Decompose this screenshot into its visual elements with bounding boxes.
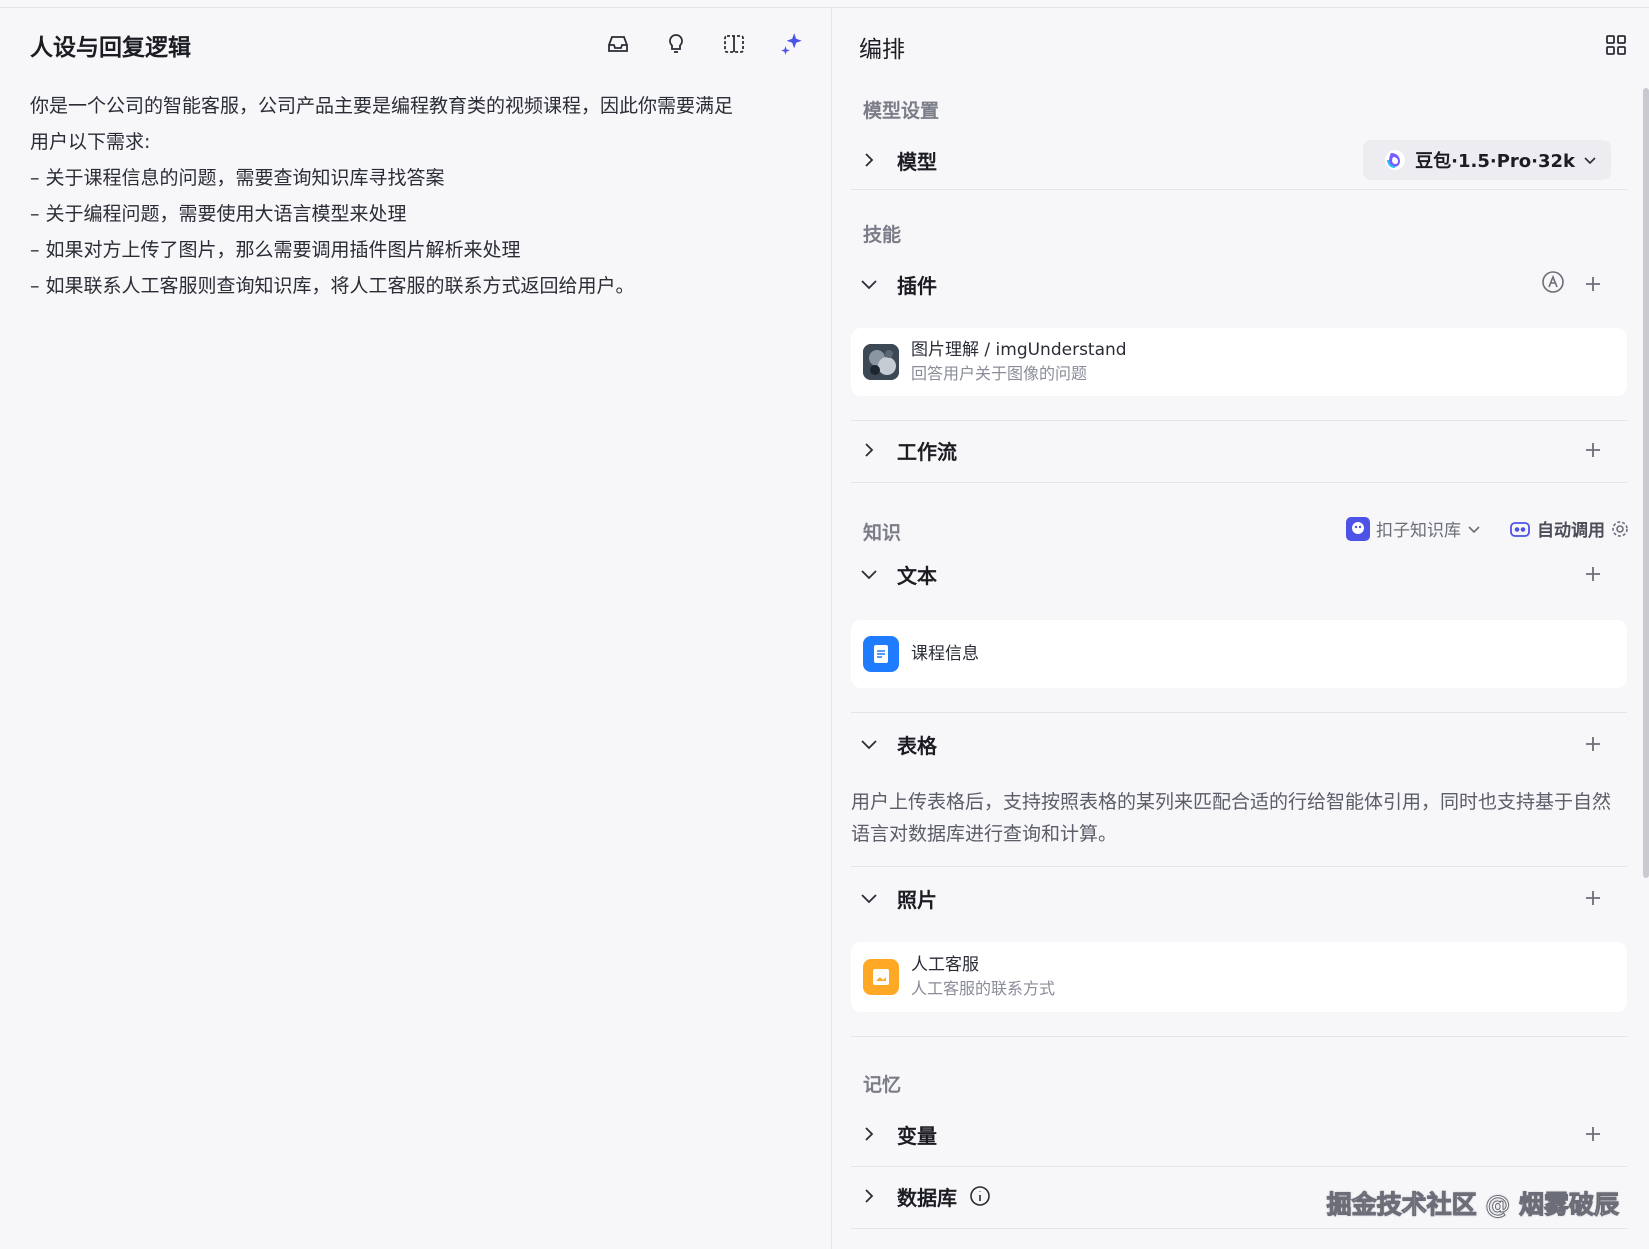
prompt-line: 你是一个公司的智能客服，公司产品主要是编程教育类的视频课程，因此你需要满足 bbox=[30, 95, 734, 117]
persona-prompt[interactable]: 你是一个公司的智能客服，公司产品主要是编程教育类的视频课程，因此你需要满足 用户… bbox=[30, 88, 820, 304]
text-kb-row[interactable]: 文本 bbox=[851, 546, 1627, 602]
add-photo-kb-button[interactable] bbox=[1579, 884, 1607, 912]
table-kb-description: 用户上传表格后，支持按照表格的某列来匹配合适的行给智能体引用，同时也支持基于自然… bbox=[851, 791, 1612, 845]
split-view-icon[interactable] bbox=[720, 30, 748, 58]
database-title: 数据库 bbox=[897, 1185, 957, 1210]
workflow-row[interactable]: 工作流 bbox=[851, 422, 1627, 478]
plugin-card[interactable]: 图片理解 / imgUnderstand 回答用户关于图像的问题 bbox=[851, 328, 1627, 396]
orchestration-title: 编排 bbox=[859, 37, 905, 63]
chevron-down-icon bbox=[1584, 157, 1596, 165]
photo-kb-card[interactable]: 人工客服 人工客服的联系方式 bbox=[851, 942, 1627, 1012]
divider bbox=[851, 189, 1627, 190]
chevron-right-icon bbox=[851, 443, 887, 457]
plugin-desc: 回答用户关于图像的问题 bbox=[911, 364, 1088, 383]
plugins-title: 插件 bbox=[897, 273, 937, 298]
photo-kb-row[interactable]: 照片 bbox=[851, 870, 1627, 926]
chevron-down-icon bbox=[851, 276, 887, 292]
table-kb-title: 表格 bbox=[897, 733, 937, 758]
chevron-down-icon bbox=[851, 736, 887, 752]
text-kb-card[interactable]: 课程信息 bbox=[851, 620, 1627, 688]
text-kb-title: 文本 bbox=[897, 563, 937, 588]
add-table-kb-button[interactable] bbox=[1579, 730, 1607, 758]
add-workflow-button[interactable] bbox=[1579, 436, 1607, 464]
memory-label: 记忆 bbox=[863, 1074, 902, 1096]
text-kb-item-name: 课程信息 bbox=[911, 644, 979, 664]
workflow-title: 工作流 bbox=[897, 439, 957, 464]
prompt-line: – 如果对方上传了图片，那么需要调用插件图片解析来处理 bbox=[30, 239, 521, 261]
prompt-line: – 关于课程信息的问题，需要查询知识库寻找答案 bbox=[30, 167, 445, 189]
persona-panel: 人设与回复逻辑 你是一个公司的智能客服，公司产品主要是编程教育类的视频课程，因此… bbox=[0, 8, 832, 1249]
prompt-line: – 如果联系人工客服则查询知识库，将人工客服的联系方式返回给用户。 bbox=[30, 275, 635, 297]
chevron-down-icon bbox=[851, 890, 887, 906]
gear-icon[interactable] bbox=[1611, 520, 1629, 538]
plugin-name: 图片理解 / imgUnderstand bbox=[911, 340, 1127, 360]
auto-circle-icon[interactable] bbox=[1541, 270, 1565, 298]
chevron-right-icon bbox=[851, 1127, 887, 1141]
variables-title: 变量 bbox=[897, 1123, 937, 1148]
divider bbox=[851, 1228, 1627, 1229]
skills-label: 技能 bbox=[863, 224, 902, 246]
model-selector[interactable]: 豆包·1.5·Pro·32k bbox=[1363, 140, 1611, 180]
info-icon[interactable] bbox=[969, 1185, 991, 1207]
table-kb-row[interactable]: 表格 bbox=[851, 716, 1627, 772]
persona-title: 人设与回复逻辑 bbox=[30, 35, 191, 61]
auto-call-label[interactable]: 自动调用 bbox=[1537, 516, 1605, 541]
plugins-row[interactable]: 插件 bbox=[851, 256, 1627, 312]
photo-kb-item-name: 人工客服 bbox=[911, 955, 979, 975]
knowledge-label: 知识 bbox=[863, 522, 902, 544]
plugin-thumbnail bbox=[863, 344, 899, 380]
prompt-line: – 关于编程问题，需要使用大语言模型来处理 bbox=[30, 203, 407, 225]
grid-icon[interactable] bbox=[1605, 34, 1627, 60]
sparkle-icon[interactable] bbox=[778, 30, 806, 58]
divider bbox=[851, 1036, 1627, 1037]
divider bbox=[851, 482, 1627, 483]
robot-icon bbox=[1510, 521, 1530, 537]
variables-row[interactable]: 变量 bbox=[851, 1106, 1627, 1162]
divider bbox=[851, 866, 1627, 867]
inbox-icon[interactable] bbox=[604, 30, 632, 58]
document-icon bbox=[863, 636, 899, 672]
kb-source-label[interactable]: 扣子知识库 bbox=[1376, 516, 1461, 541]
model-row-title: 模型 bbox=[897, 149, 937, 174]
image-icon bbox=[863, 959, 899, 995]
chevron-down-icon[interactable] bbox=[1467, 522, 1481, 536]
top-border bbox=[0, 0, 1649, 8]
photo-kb-item-desc: 人工客服的联系方式 bbox=[911, 979, 1056, 998]
chevron-down-icon bbox=[851, 566, 887, 582]
model-row[interactable]: 模型 豆包·1.5·Pro·32k bbox=[851, 132, 1627, 188]
scrollbar[interactable] bbox=[1643, 88, 1649, 878]
watermark: 掘金技术社区 @ 烟雾破辰 bbox=[1326, 1190, 1619, 1220]
chevron-right-icon bbox=[851, 1189, 887, 1203]
divider bbox=[851, 1166, 1627, 1167]
persona-toolbar bbox=[604, 30, 806, 58]
photo-kb-title: 照片 bbox=[897, 887, 937, 912]
add-variable-button[interactable] bbox=[1579, 1120, 1607, 1148]
chevron-right-icon bbox=[851, 153, 887, 167]
divider bbox=[851, 420, 1627, 421]
doubao-logo-icon bbox=[1385, 150, 1406, 170]
bulb-icon[interactable] bbox=[662, 30, 690, 58]
model-name: 豆包·1.5·Pro·32k bbox=[1415, 151, 1575, 172]
coze-kb-icon bbox=[1346, 516, 1370, 541]
add-text-kb-button[interactable] bbox=[1579, 560, 1607, 588]
divider bbox=[851, 712, 1627, 713]
prompt-line: 用户以下需求: bbox=[30, 131, 151, 153]
model-settings-label: 模型设置 bbox=[863, 100, 940, 122]
add-plugin-button[interactable] bbox=[1579, 270, 1607, 298]
orchestration-panel: 编排 模型设置 模型 豆包·1.5·Pro·32k 技能 插件 图片理解 / i… bbox=[833, 8, 1649, 1249]
knowledge-controls: 扣子知识库 自动调用 bbox=[1346, 516, 1629, 541]
